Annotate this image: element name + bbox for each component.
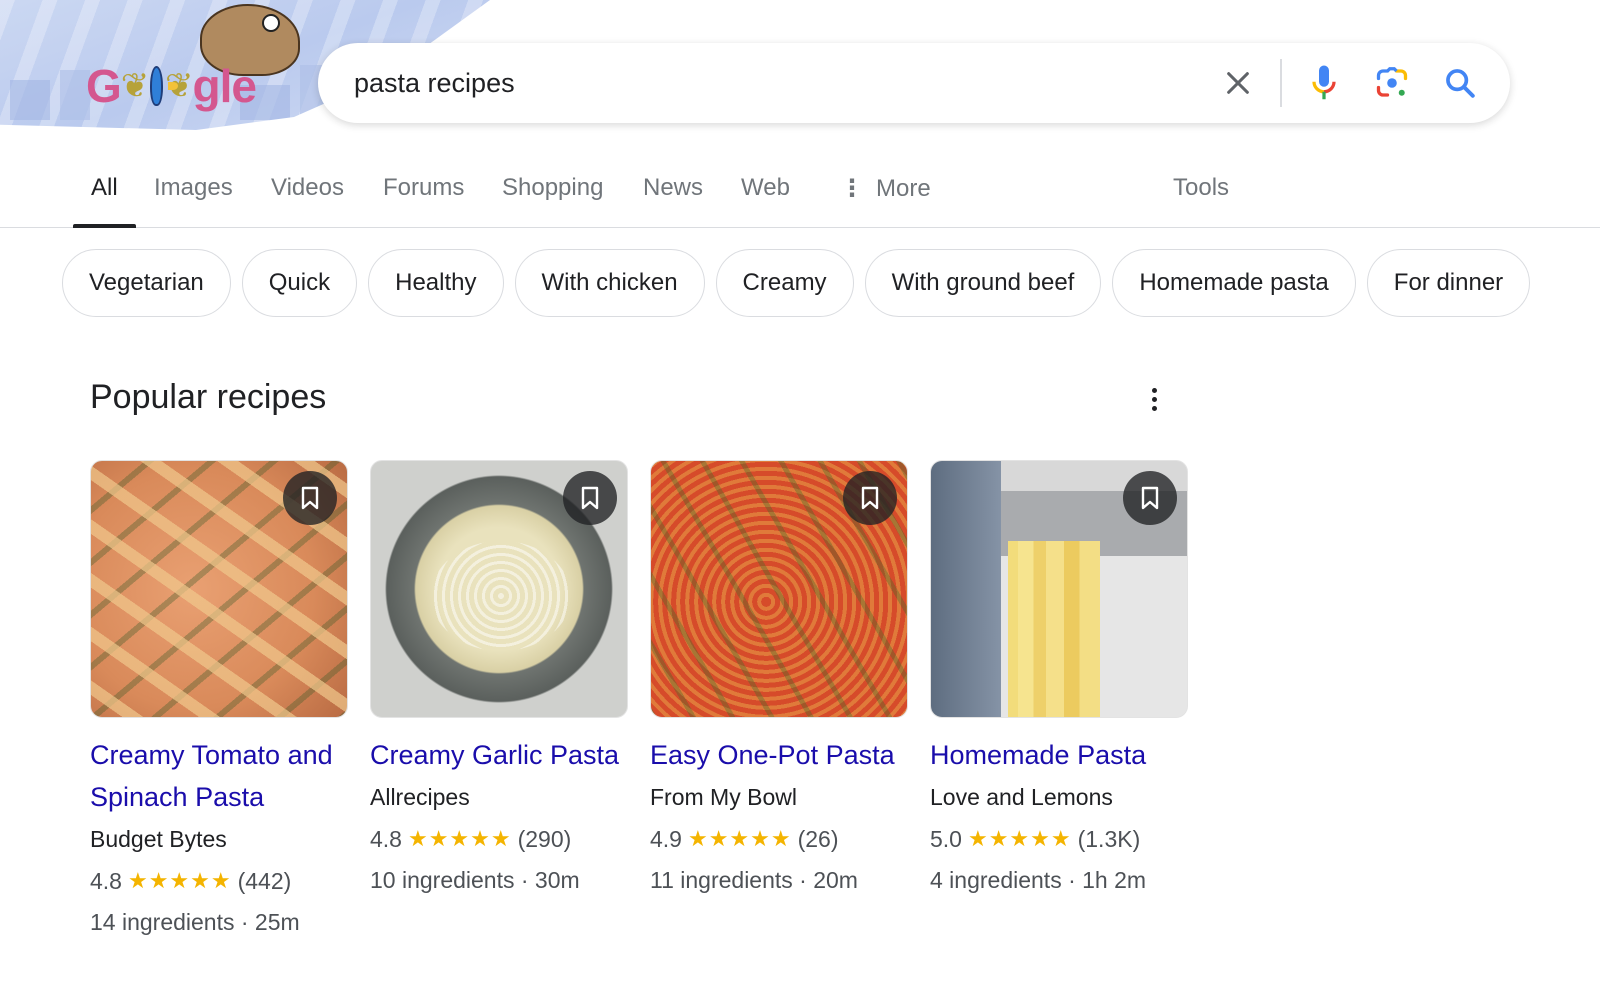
save-recipe-button[interactable] (283, 471, 337, 525)
star-rating-icon: ★★★★★ (407, 826, 512, 851)
bookmark-icon (1141, 486, 1159, 510)
recipe-title-link[interactable]: Easy One-Pot Pasta (650, 734, 908, 776)
tab-label: Forums (383, 174, 465, 201)
tab-videos[interactable]: Videos (271, 174, 344, 228)
recipe-carousel: Creamy Tomato and Spinach Pasta Budget B… (90, 460, 1188, 942)
chip-healthy[interactable]: Healthy (368, 249, 504, 317)
search-input[interactable] (354, 67, 1214, 99)
bookmark-icon (581, 486, 599, 510)
save-recipe-button[interactable] (843, 471, 897, 525)
refinement-chips: Vegetarian Quick Healthy With chicken Cr… (62, 249, 1531, 317)
bookmark-icon (861, 486, 879, 510)
bookmark-icon (301, 486, 319, 510)
tab-more[interactable]: ⋮ More (840, 174, 931, 228)
tab-label: Shopping (502, 174, 604, 201)
recipe-meta: 14 ingredients · 25m (90, 909, 300, 935)
dot (1151, 387, 1157, 393)
tab-label: All (91, 174, 118, 201)
recipe-source: Allrecipes (370, 784, 470, 810)
recipe-source: Love and Lemons (930, 784, 1113, 810)
chip-homemade-pasta[interactable]: Homemade pasta (1112, 249, 1356, 317)
tab-all[interactable]: All (73, 174, 136, 228)
recipe-card[interactable]: Easy One-Pot Pasta From My Bowl 4.9 ★★★★… (650, 460, 908, 942)
tab-shopping[interactable]: Shopping (502, 174, 603, 228)
chip-with-ground-beef[interactable]: With ground beef (864, 249, 1102, 317)
tab-forums[interactable]: Forums (383, 174, 464, 228)
recipe-rating: 4.9 ★★★★★ (26) (650, 818, 908, 860)
recipe-image (930, 460, 1188, 718)
dot (1151, 405, 1157, 411)
tab-news[interactable]: News (643, 174, 703, 228)
star-rating-icon: ★★★★★ (967, 826, 1072, 851)
section-title: Popular recipes (90, 378, 327, 416)
chip-vegetarian[interactable]: Vegetarian (62, 249, 231, 317)
rating-value: 4.9 (650, 826, 682, 852)
rating-value: 5.0 (930, 826, 962, 852)
divider (1280, 59, 1282, 107)
voice-search-button[interactable] (1304, 63, 1344, 103)
lens-search-button[interactable] (1372, 63, 1412, 103)
review-count: (442) (237, 868, 292, 894)
chip-for-dinner[interactable]: For dinner (1366, 249, 1531, 317)
tab-label: Videos (271, 174, 344, 201)
recipe-rating: 4.8 ★★★★★ (290) (370, 818, 628, 860)
tab-images[interactable]: Images (154, 174, 233, 228)
recipe-card[interactable]: Homemade Pasta Love and Lemons 5.0 ★★★★★… (930, 460, 1188, 942)
logo-letter-g: G (86, 60, 122, 112)
review-count: (1.3K) (1077, 826, 1141, 852)
tab-label: Tools (1173, 174, 1230, 201)
laurel-icon: ❦ (120, 67, 149, 105)
star-rating-icon: ★★★★★ (127, 868, 232, 893)
tab-label: News (643, 174, 704, 201)
recipe-source: Budget Bytes (90, 826, 227, 852)
tab-web[interactable]: Web (741, 174, 790, 228)
search-button[interactable] (1440, 63, 1480, 103)
recipe-title-link[interactable]: Homemade Pasta (930, 734, 1188, 776)
bird-mascot-icon (150, 66, 178, 106)
recipe-rating: 4.8 ★★★★★ (442) (90, 860, 348, 902)
review-count: (26) (797, 826, 839, 852)
recipe-title-link[interactable]: Creamy Garlic Pasta (370, 734, 628, 776)
save-recipe-button[interactable] (1123, 471, 1177, 525)
chip-quick[interactable]: Quick (241, 249, 358, 317)
recipe-meta: 4 ingredients · 1h 2m (930, 867, 1147, 893)
recipe-image (650, 460, 908, 718)
search-box (318, 43, 1510, 123)
rating-value: 4.8 (370, 826, 402, 852)
recipe-title-link[interactable]: Creamy Tomato and Spinach Pasta (90, 734, 348, 818)
recipe-card[interactable]: Creamy Tomato and Spinach Pasta Budget B… (90, 460, 348, 942)
clear-search-button[interactable] (1218, 63, 1258, 103)
search-box-actions (1218, 43, 1480, 123)
save-recipe-button[interactable] (563, 471, 617, 525)
google-doodle-logo[interactable]: G ❦ ❦ gle (86, 58, 257, 114)
recipe-source: From My Bowl (650, 784, 797, 810)
more-vertical-icon: ⋮ (840, 175, 864, 202)
recipe-image (90, 460, 348, 718)
tab-label: Web (741, 174, 790, 201)
search-tabs: All Images Videos Forums Shopping News W… (0, 160, 1600, 228)
star-rating-icon: ★★★★★ (687, 826, 792, 851)
chip-creamy[interactable]: Creamy (715, 249, 854, 317)
recipe-meta: 10 ingredients · 30m (370, 867, 580, 893)
tab-tools[interactable]: Tools (1173, 174, 1229, 228)
recipe-meta: 11 ingredients · 20m (650, 867, 858, 893)
microphone-icon (1312, 65, 1336, 100)
tab-label: More (876, 175, 931, 202)
dot (1151, 396, 1157, 402)
tab-label: Images (154, 174, 233, 201)
recipe-card[interactable]: Creamy Garlic Pasta Allrecipes 4.8 ★★★★★… (370, 460, 628, 942)
logo-letters-gle: gle (192, 60, 257, 112)
recipe-image (370, 460, 628, 718)
search-icon (1446, 69, 1475, 98)
section-options-button[interactable] (1140, 382, 1168, 416)
chip-with-chicken[interactable]: With chicken (514, 249, 705, 317)
close-icon (1227, 72, 1249, 94)
review-count: (290) (517, 826, 572, 852)
recipe-rating: 5.0 ★★★★★ (1.3K) (930, 818, 1188, 860)
camera-lens-icon (1376, 67, 1408, 97)
rating-value: 4.8 (90, 868, 122, 894)
